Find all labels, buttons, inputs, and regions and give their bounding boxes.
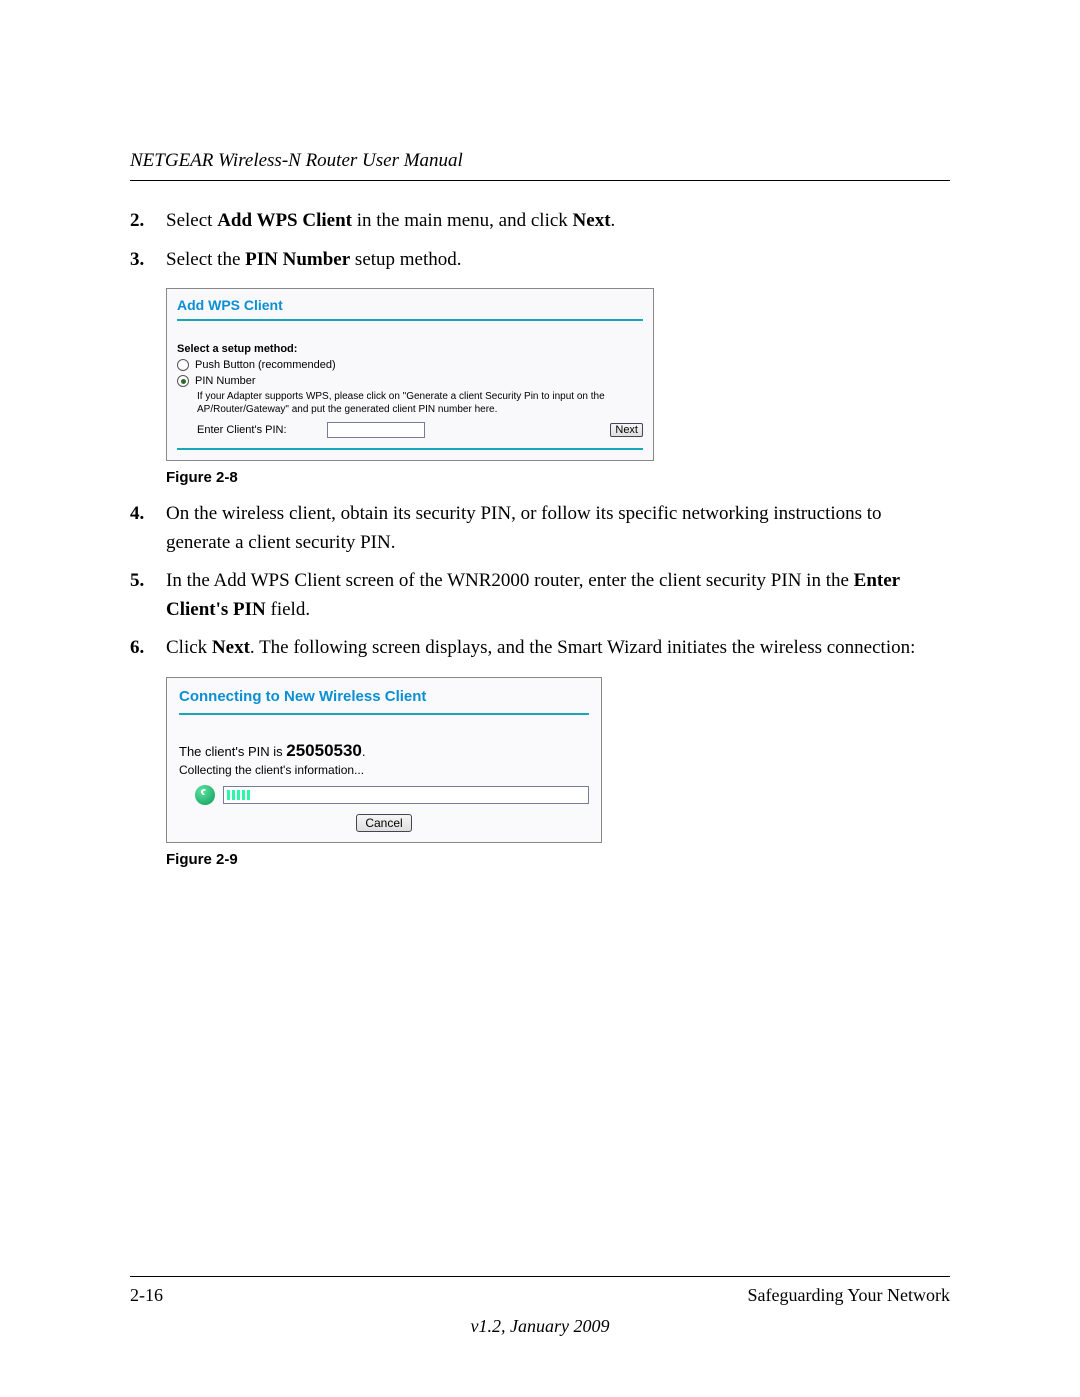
panel-separator: [179, 713, 589, 715]
bold-term: Next: [212, 637, 250, 658]
step-5: 5. In the Add WPS Client screen of the W…: [130, 567, 950, 624]
step-body: Select the PIN Number setup method.: [166, 246, 950, 275]
figure-2-8-screenshot: Add WPS Client Select a setup method: Pu…: [166, 288, 654, 461]
text: The client's PIN is: [179, 744, 286, 759]
panel-separator: [177, 319, 643, 321]
next-button[interactable]: Next: [610, 423, 643, 437]
figure-2-8-label: Figure 2-8: [166, 469, 950, 486]
panel-title: Connecting to New Wireless Client: [179, 688, 589, 705]
step-6: 6. Click Next. The following screen disp…: [130, 634, 950, 663]
option-push-button[interactable]: Push Button (recommended): [177, 359, 643, 371]
page-number: 2-16: [130, 1285, 163, 1306]
section-title: Safeguarding Your Network: [748, 1285, 950, 1306]
bold-term: Next: [573, 210, 611, 231]
bold-term: Add WPS Client: [217, 210, 352, 231]
page-footer: 2-16 Safeguarding Your Network v1.2, Jan…: [130, 1276, 950, 1337]
step-2: 2. Select Add WPS Client in the main men…: [130, 207, 950, 236]
footer-rule: [130, 1276, 950, 1277]
text: In the Add WPS Client screen of the WNR2…: [166, 570, 854, 591]
running-head: NETGEAR Wireless-N Router User Manual: [130, 150, 950, 172]
text: .: [611, 210, 616, 231]
header-rule: [130, 180, 950, 181]
select-method-label: Select a setup method:: [177, 343, 643, 355]
text: field.: [266, 599, 310, 620]
wps-icon: [195, 785, 215, 805]
enter-pin-label: Enter Client's PIN:: [197, 424, 287, 436]
radio-checked-icon: [177, 375, 189, 387]
option-label: PIN Number: [195, 375, 256, 387]
step-body: Select Add WPS Client in the main menu, …: [166, 207, 950, 236]
step-3: 3. Select the PIN Number setup method.: [130, 246, 950, 275]
client-pin-value: 25050530: [286, 741, 362, 760]
text: Select the: [166, 249, 245, 270]
step-number: 4.: [130, 500, 166, 557]
progress-bar: [223, 786, 589, 804]
text: in the main menu, and click: [352, 210, 573, 231]
radio-unchecked-icon: [177, 359, 189, 371]
figure-2-9-label: Figure 2-9: [166, 851, 950, 868]
panel-separator: [177, 448, 643, 450]
text: setup method.: [350, 249, 461, 270]
doc-version: v1.2, January 2009: [130, 1316, 950, 1337]
client-pin-text: The client's PIN is 25050530.: [179, 741, 589, 761]
step-4: 4. On the wireless client, obtain its se…: [130, 500, 950, 557]
text: Click: [166, 637, 212, 658]
step-number: 6.: [130, 634, 166, 663]
step-number: 2.: [130, 207, 166, 236]
step-body: In the Add WPS Client screen of the WNR2…: [166, 567, 950, 624]
pin-help-text: If your Adapter supports WPS, please cli…: [197, 391, 643, 416]
step-number: 5.: [130, 567, 166, 624]
bold-term: PIN Number: [245, 249, 350, 270]
step-number: 3.: [130, 246, 166, 275]
collecting-text: Collecting the client's information...: [179, 763, 589, 777]
step-body: On the wireless client, obtain its secur…: [166, 500, 950, 557]
option-pin-number[interactable]: PIN Number: [177, 375, 643, 387]
cancel-button[interactable]: Cancel: [356, 814, 411, 832]
text: Select: [166, 210, 217, 231]
option-label: Push Button (recommended): [195, 359, 336, 371]
figure-2-9-screenshot: Connecting to New Wireless Client The cl…: [166, 677, 602, 843]
text: . The following screen displays, and the…: [250, 637, 915, 658]
panel-title: Add WPS Client: [177, 297, 643, 313]
text: .: [362, 744, 366, 759]
client-pin-input[interactable]: [327, 422, 425, 438]
step-body: Click Next. The following screen display…: [166, 634, 950, 663]
